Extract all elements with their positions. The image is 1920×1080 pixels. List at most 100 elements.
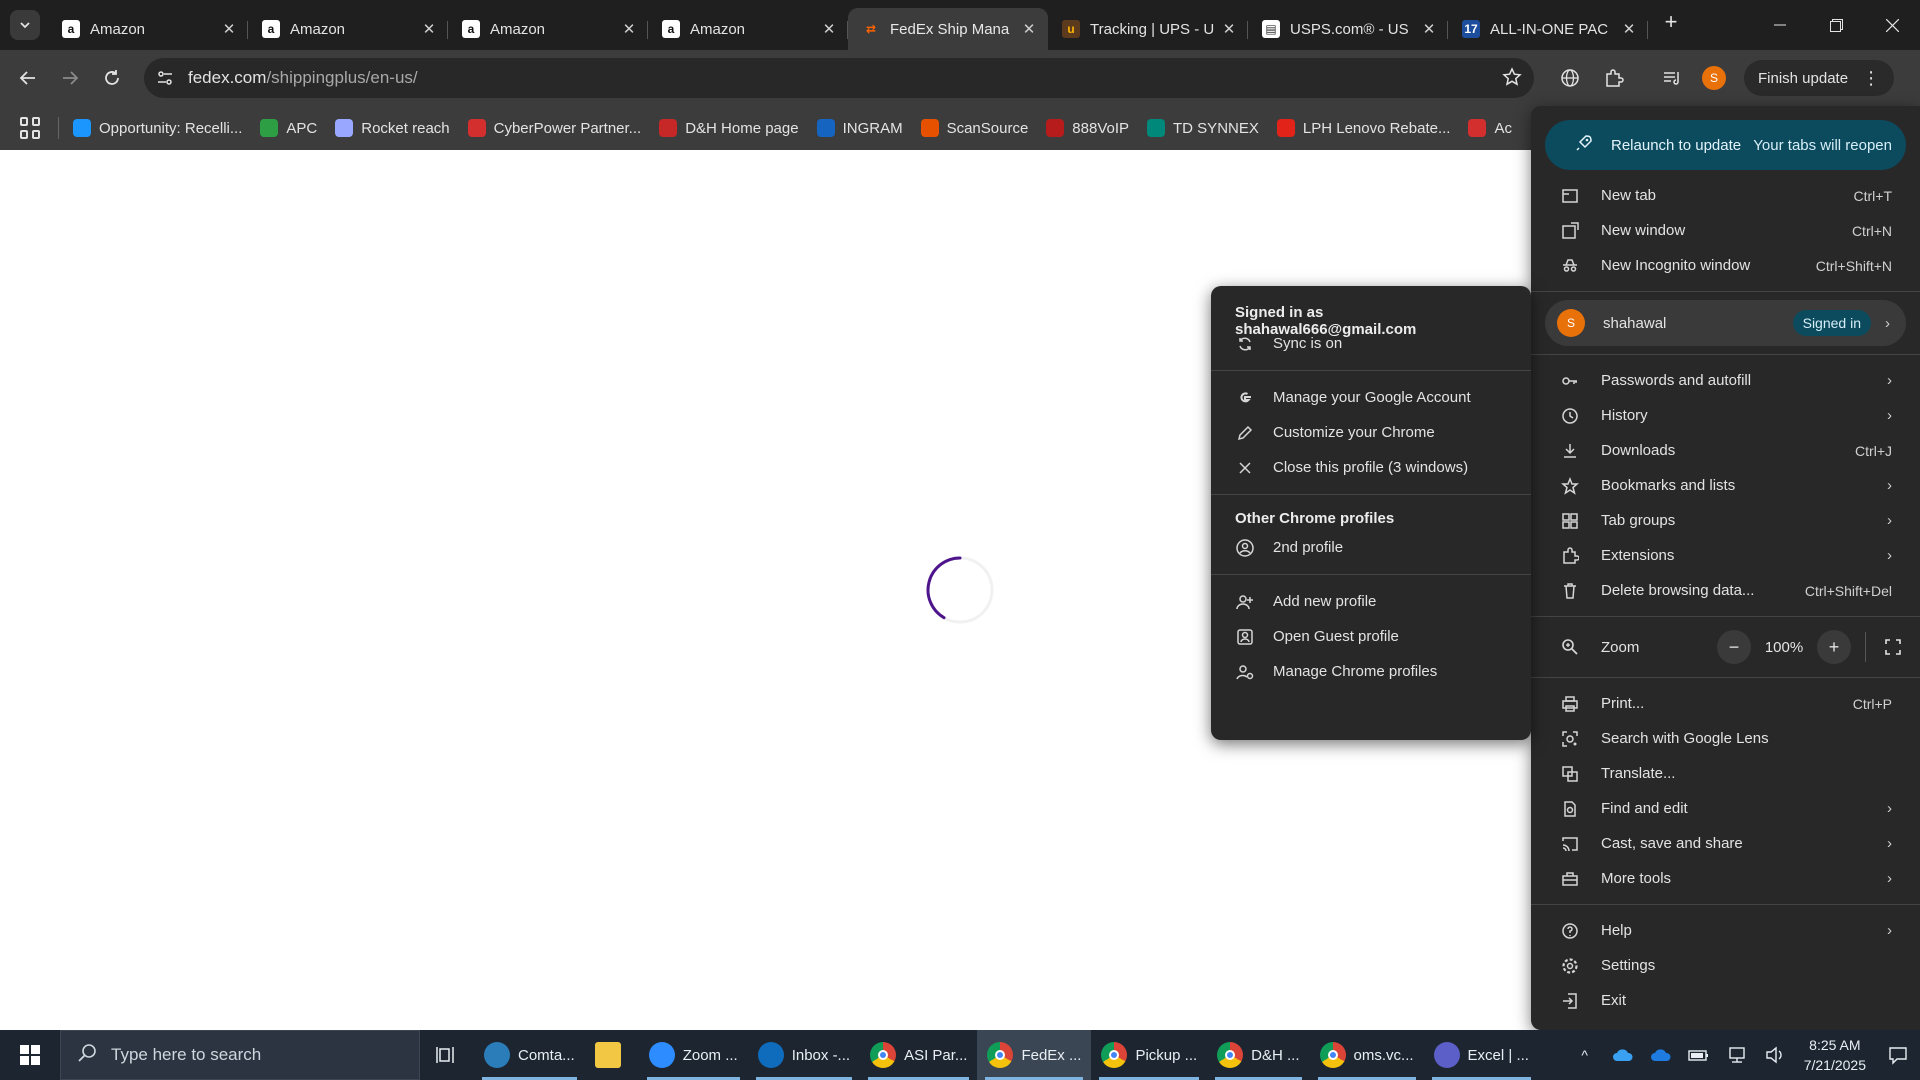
profile-menu-item[interactable]: Open Guest profile	[1211, 619, 1531, 654]
bookmark-item[interactable]: D&H Home page	[659, 119, 799, 137]
menu-item-extensions[interactable]: Extensions ›	[1531, 538, 1920, 573]
zoom-in-button[interactable]: +	[1817, 630, 1851, 664]
tab-search-button[interactable]	[10, 10, 40, 40]
bookmark-item[interactable]: ScanSource	[920, 119, 1028, 137]
profile-menu-item[interactable]: Close this profile (3 windows)	[1211, 450, 1531, 485]
taskbar-app[interactable]: Zoom ...	[639, 1030, 748, 1080]
menu-item-find-and-edit[interactable]: Find and edit ›	[1531, 791, 1920, 826]
tab-close-icon[interactable]: ✕	[1620, 20, 1638, 38]
browser-tab[interactable]: a Amazon ✕	[648, 8, 848, 50]
tab-close-icon[interactable]: ✕	[1220, 20, 1238, 38]
zoom-out-button[interactable]: −	[1717, 630, 1751, 664]
menu-item-translate[interactable]: Translate...	[1531, 756, 1920, 791]
profile-avatar-button[interactable]: S	[1702, 66, 1726, 90]
forward-button[interactable]	[52, 60, 88, 96]
menu-item-cast-save-and-share[interactable]: Cast, save and share ›	[1531, 826, 1920, 861]
site-info-icon[interactable]	[156, 69, 174, 87]
taskbar-app[interactable]: Inbox -...	[748, 1030, 860, 1080]
menu-item-exit[interactable]: Exit	[1531, 983, 1920, 1018]
taskbar-search-box[interactable]: Type here to search	[60, 1030, 420, 1080]
tab-list: a Amazon ✕ a Amazon ✕ a Amazon ✕ a Amazon ✕ ⇄ FedEx S…	[48, 0, 1648, 50]
menu-item-more-tools[interactable]: More tools ›	[1531, 861, 1920, 896]
new-tab-button[interactable]: +	[1656, 7, 1686, 37]
menu-item-bookmarks-and-lists[interactable]: Bookmarks and lists ›	[1531, 468, 1920, 503]
tab-close-icon[interactable]: ✕	[220, 20, 238, 38]
onedrive-icon[interactable]	[1604, 1048, 1642, 1062]
bookmark-item[interactable]: Ac	[1468, 119, 1512, 137]
battery-icon[interactable]	[1680, 1048, 1718, 1062]
browser-tab[interactable]: a Amazon ✕	[248, 8, 448, 50]
bookmark-item[interactable]: INGRAM	[816, 119, 903, 137]
taskbar-app[interactable]: FedEx ...	[977, 1030, 1092, 1080]
bookmark-item[interactable]: Rocket reach	[335, 119, 450, 137]
bookmark-item[interactable]: CyberPower Partner...	[467, 119, 641, 137]
bookmark-item[interactable]: Opportunity: Recelli...	[73, 119, 242, 137]
network-icon[interactable]	[1718, 1046, 1756, 1064]
avatar: S	[1557, 309, 1585, 337]
menu-item-search-with-google-lens[interactable]: Search with Google Lens	[1531, 721, 1920, 756]
volume-icon[interactable]	[1756, 1046, 1794, 1064]
browser-tab[interactable]: u Tracking | UPS - U ✕	[1048, 8, 1248, 50]
task-view-button[interactable]	[420, 1030, 474, 1080]
tab-close-icon[interactable]: ✕	[820, 20, 838, 38]
notification-center-button[interactable]	[1876, 1045, 1920, 1065]
taskbar-app[interactable]: Pickup ...	[1091, 1030, 1207, 1080]
media-controls-button[interactable]	[1654, 60, 1690, 96]
browser-tab[interactable]: ▤ USPS.com® - US ✕	[1248, 8, 1448, 50]
show-hidden-icons-button[interactable]: ^	[1566, 1047, 1604, 1063]
extensions-button[interactable]	[1596, 60, 1632, 96]
menu-item-new-incognito-window[interactable]: New Incognito window Ctrl+Shift+N	[1531, 248, 1920, 283]
profile-item[interactable]: S shahawal Signed in ›	[1545, 300, 1906, 346]
bookmark-item[interactable]: APC	[260, 119, 317, 137]
relaunch-to-update-item[interactable]: Relaunch to update Your tabs will reopen	[1545, 120, 1906, 170]
browser-tab[interactable]: a Amazon ✕	[448, 8, 648, 50]
menu-item-history[interactable]: History ›	[1531, 398, 1920, 433]
translate-button[interactable]	[1552, 60, 1588, 96]
taskbar-app[interactable]: Excel | ...	[1424, 1030, 1539, 1080]
tab-close-icon[interactable]: ✕	[1020, 20, 1038, 38]
url-text[interactable]: fedex.com/shippingplus/en-us/	[188, 68, 418, 88]
profile-menu-item[interactable]: Customize your Chrome	[1211, 415, 1531, 450]
profile-menu-item[interactable]: Manage your Google Account	[1211, 380, 1531, 415]
finish-update-button[interactable]: Finish update ⋮	[1744, 60, 1895, 96]
tab-close-icon[interactable]: ✕	[620, 20, 638, 38]
bookmark-item[interactable]: 888VoIP	[1046, 119, 1129, 137]
bookmark-item[interactable]: TD SYNNEX	[1147, 119, 1259, 137]
menu-item-downloads[interactable]: Downloads Ctrl+J	[1531, 433, 1920, 468]
taskbar-app[interactable]	[585, 1030, 639, 1080]
start-button[interactable]	[0, 1030, 60, 1080]
browser-tab[interactable]: ⇄ FedEx Ship Mana ✕	[848, 8, 1048, 50]
minimize-button[interactable]	[1752, 0, 1808, 50]
settings-icon	[1561, 957, 1579, 975]
browser-tab[interactable]: 17 ALL-IN-ONE PAC ✕	[1448, 8, 1648, 50]
menu-item-help[interactable]: Help ›	[1531, 913, 1920, 948]
restore-button[interactable]	[1808, 0, 1864, 50]
menu-item-delete-browsing-data[interactable]: Delete browsing data... Ctrl+Shift+Del	[1531, 573, 1920, 608]
close-window-button[interactable]	[1864, 0, 1920, 50]
address-bar[interactable]: fedex.com/shippingplus/en-us/	[144, 58, 1534, 98]
apps-grid-icon[interactable]	[20, 117, 42, 139]
profile-menu-item[interactable]: 2nd profile	[1211, 530, 1531, 565]
taskbar-clock[interactable]: 8:25 AM 7/21/2025	[1804, 1035, 1866, 1075]
fullscreen-button[interactable]	[1876, 630, 1910, 664]
reload-button[interactable]	[94, 60, 130, 96]
back-button[interactable]	[10, 60, 46, 96]
menu-item-tab-groups[interactable]: Tab groups ›	[1531, 503, 1920, 538]
menu-item-passwords-and-autofill[interactable]: Passwords and autofill ›	[1531, 363, 1920, 398]
menu-item-settings[interactable]: Settings	[1531, 948, 1920, 983]
menu-item-new-window[interactable]: New window Ctrl+N	[1531, 213, 1920, 248]
tab-close-icon[interactable]: ✕	[420, 20, 438, 38]
bookmark-item[interactable]: LPH Lenovo Rebate...	[1276, 119, 1450, 137]
taskbar-app[interactable]: D&H ...	[1207, 1030, 1309, 1080]
profile-menu-item[interactable]: Add new profile	[1211, 584, 1531, 619]
taskbar-app[interactable]: Comta...	[474, 1030, 585, 1080]
onedrive-business-icon[interactable]	[1642, 1048, 1680, 1062]
taskbar-app[interactable]: oms.vc...	[1310, 1030, 1424, 1080]
menu-item-new-tab[interactable]: New tab Ctrl+T	[1531, 178, 1920, 213]
profile-menu-item[interactable]: Manage Chrome profiles	[1211, 654, 1531, 689]
menu-item-print[interactable]: Print... Ctrl+P	[1531, 686, 1920, 721]
tab-close-icon[interactable]: ✕	[1420, 20, 1438, 38]
taskbar-app[interactable]: ASI Par...	[860, 1030, 977, 1080]
browser-tab[interactable]: a Amazon ✕	[48, 8, 248, 50]
bookmark-star-button[interactable]	[1502, 66, 1522, 90]
